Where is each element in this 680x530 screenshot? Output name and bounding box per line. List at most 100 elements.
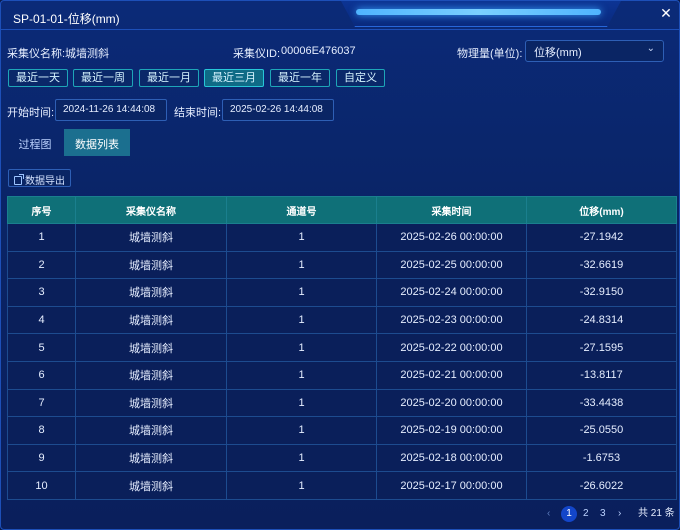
page-next-button[interactable]: › bbox=[618, 506, 621, 522]
instrument-name-label: 采集仪名称: bbox=[7, 48, 66, 60]
title-glow-bar bbox=[356, 9, 601, 15]
cell-displacement: -32.9150 bbox=[526, 278, 677, 307]
cell-displacement: -27.1942 bbox=[526, 223, 677, 252]
cell-channel: 1 bbox=[226, 471, 377, 500]
cell-instrument: 城墙测斜 bbox=[75, 443, 227, 473]
start-time-input[interactable]: 2024-11-26 14:44:08 bbox=[55, 99, 167, 121]
cell-instrument: 城墙测斜 bbox=[75, 333, 227, 362]
header-channel: 通道号 bbox=[226, 196, 377, 224]
cell-channel: 1 bbox=[226, 278, 377, 307]
cell-displacement: -13.8117 bbox=[526, 360, 677, 390]
cell-displacement: -33.4438 bbox=[526, 388, 677, 418]
title-divider bbox=[1, 29, 679, 30]
table-row: 3 城墙测斜 1 2025-02-24 00:00:00 -32.9150 bbox=[7, 278, 677, 307]
cell-index: 6 bbox=[7, 360, 76, 390]
header-instrument: 采集仪名称 bbox=[75, 196, 227, 224]
range-1day-button[interactable]: 最近一天 bbox=[8, 69, 68, 87]
cell-channel: 1 bbox=[226, 333, 377, 362]
cell-channel: 1 bbox=[226, 305, 377, 335]
quantity-select[interactable]: 位移(mm) ⌄ bbox=[525, 40, 664, 62]
range-1month-button[interactable]: 最近一月 bbox=[139, 69, 199, 87]
start-time-label: 开始时间: bbox=[7, 107, 55, 119]
range-3month-button[interactable]: 最近三月 bbox=[204, 69, 264, 87]
cell-index: 7 bbox=[7, 388, 76, 418]
cell-index: 3 bbox=[7, 278, 76, 307]
cell-instrument: 城墙测斜 bbox=[75, 223, 227, 252]
cell-time: 2025-02-17 00:00:00 bbox=[376, 471, 527, 500]
table-row: 9 城墙测斜 1 2025-02-18 00:00:00 -1.6753 bbox=[7, 443, 677, 473]
chevron-down-icon: ⌄ bbox=[646, 43, 655, 54]
instrument-name-value: 城墙测斜 bbox=[65, 48, 109, 60]
tab-data-list[interactable]: 数据列表 bbox=[64, 129, 130, 156]
quantity-select-value: 位移(mm) bbox=[534, 47, 582, 59]
quantity-label: 物理量(单位): bbox=[457, 48, 523, 60]
cell-index: 5 bbox=[7, 333, 76, 362]
table-row: 10 城墙测斜 1 2025-02-17 00:00:00 -26.6022 bbox=[7, 471, 677, 500]
title-bar: SP-01-01-位移(mm) ✕ bbox=[1, 1, 679, 35]
page-3-button[interactable]: 3 bbox=[600, 506, 606, 522]
cell-index: 2 bbox=[7, 250, 76, 280]
cell-instrument: 城墙测斜 bbox=[75, 305, 227, 335]
range-1year-button[interactable]: 最近一年 bbox=[270, 69, 330, 87]
cell-index: 8 bbox=[7, 416, 76, 445]
table-row: 8 城墙测斜 1 2025-02-19 00:00:00 -25.0550 bbox=[7, 416, 677, 445]
cell-time: 2025-02-22 00:00:00 bbox=[376, 333, 527, 362]
cell-displacement: -25.0550 bbox=[526, 416, 677, 445]
cell-channel: 1 bbox=[226, 388, 377, 418]
end-time-label: 结束时间: bbox=[174, 107, 222, 119]
cell-index: 4 bbox=[7, 305, 76, 335]
cell-instrument: 城墙测斜 bbox=[75, 278, 227, 307]
dialog-title: SP-01-01-位移(mm) bbox=[13, 12, 120, 26]
cell-time: 2025-02-20 00:00:00 bbox=[376, 388, 527, 418]
table-row: 2 城墙测斜 1 2025-02-25 00:00:00 -32.6619 bbox=[7, 250, 677, 280]
cell-displacement: -26.6022 bbox=[526, 471, 677, 500]
cell-channel: 1 bbox=[226, 443, 377, 473]
cell-channel: 1 bbox=[226, 250, 377, 280]
cell-time: 2025-02-23 00:00:00 bbox=[376, 305, 527, 335]
cell-instrument: 城墙测斜 bbox=[75, 416, 227, 445]
table-header-row: 序号 采集仪名称 通道号 采集时间 位移(mm) bbox=[7, 196, 677, 224]
page-1-button[interactable]: 1 bbox=[561, 506, 577, 522]
cell-instrument: 城墙测斜 bbox=[75, 388, 227, 418]
cell-time: 2025-02-19 00:00:00 bbox=[376, 416, 527, 445]
cell-channel: 1 bbox=[226, 416, 377, 445]
total-count: 共 21 条 bbox=[638, 508, 675, 519]
cell-time: 2025-02-26 00:00:00 bbox=[376, 223, 527, 252]
cell-displacement: -27.1595 bbox=[526, 333, 677, 362]
table-row: 6 城墙测斜 1 2025-02-21 00:00:00 -13.8117 bbox=[7, 360, 677, 390]
export-icon bbox=[14, 174, 24, 185]
table-row: 4 城墙测斜 1 2025-02-23 00:00:00 -24.8314 bbox=[7, 305, 677, 335]
header-time: 采集时间 bbox=[376, 196, 527, 224]
table-row: 1 城墙测斜 1 2025-02-26 00:00:00 -27.1942 bbox=[7, 223, 677, 252]
page-2-button[interactable]: 2 bbox=[583, 506, 589, 522]
cell-displacement: -32.6619 bbox=[526, 250, 677, 280]
close-icon[interactable]: ✕ bbox=[657, 4, 675, 22]
cell-instrument: 城墙测斜 bbox=[75, 250, 227, 280]
header-index: 序号 bbox=[7, 196, 76, 224]
cell-channel: 1 bbox=[226, 223, 377, 252]
data-dialog: SP-01-01-位移(mm) ✕ 采集仪名称: 城墙测斜 采集仪ID: 000… bbox=[0, 0, 680, 530]
cell-time: 2025-02-25 00:00:00 bbox=[376, 250, 527, 280]
cell-time: 2025-02-24 00:00:00 bbox=[376, 278, 527, 307]
instrument-id-label: 采集仪ID: bbox=[233, 48, 281, 60]
export-button[interactable]: 数据导出 bbox=[8, 169, 71, 187]
cell-time: 2025-02-21 00:00:00 bbox=[376, 360, 527, 390]
range-custom-button[interactable]: 自定义 bbox=[336, 69, 385, 87]
cell-index: 10 bbox=[7, 471, 76, 500]
end-time-input[interactable]: 2025-02-26 14:44:08 bbox=[222, 99, 334, 121]
header-displacement: 位移(mm) bbox=[526, 196, 677, 224]
cell-displacement: -1.6753 bbox=[526, 443, 677, 473]
page-prev-button[interactable]: ‹ bbox=[547, 506, 550, 522]
cell-instrument: 城墙测斜 bbox=[75, 360, 227, 390]
table-row: 5 城墙测斜 1 2025-02-22 00:00:00 -27.1595 bbox=[7, 333, 677, 362]
cell-index: 9 bbox=[7, 443, 76, 473]
data-table: 序号 采集仪名称 通道号 采集时间 位移(mm) 1 城墙测斜 1 2025-02-2… bbox=[7, 196, 677, 500]
range-1week-button[interactable]: 最近一周 bbox=[73, 69, 133, 87]
tab-process-chart[interactable]: 过程图 bbox=[7, 129, 63, 156]
cell-index: 1 bbox=[7, 223, 76, 252]
instrument-id-value: 00006E476037 bbox=[281, 45, 356, 57]
cell-time: 2025-02-18 00:00:00 bbox=[376, 443, 527, 473]
cell-instrument: 城墙测斜 bbox=[75, 471, 227, 500]
cell-displacement: -24.8314 bbox=[526, 305, 677, 335]
cell-channel: 1 bbox=[226, 360, 377, 390]
